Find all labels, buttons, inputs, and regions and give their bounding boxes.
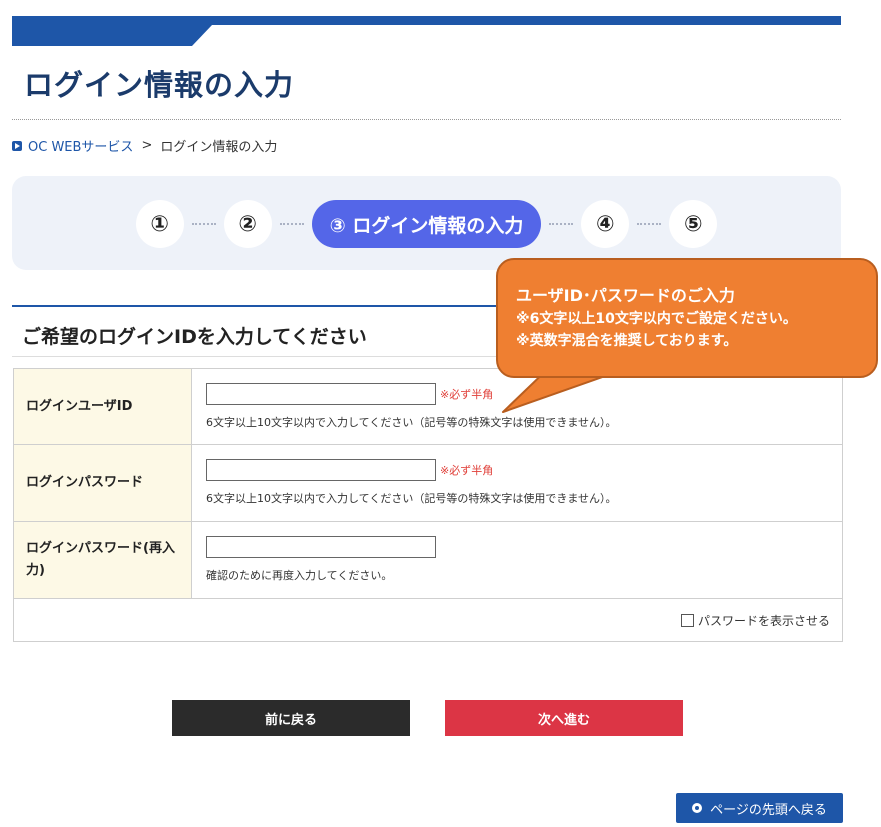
callout-line-2: ※英数字混合を推奨しております。 <box>516 333 738 349</box>
step-2: ② <box>223 200 272 248</box>
password-hint: 6文字以上10文字以内で入力してください（記号等の特殊文字は使用できません）。 <box>206 492 617 505</box>
password-input[interactable] <box>206 459 436 481</box>
password-confirm-label: ログインパスワード(再入力) <box>13 521 192 599</box>
show-password-label[interactable]: パスワードを表示させる <box>698 614 830 628</box>
step-connector <box>549 223 574 225</box>
step-connector <box>637 223 662 225</box>
breadcrumb-separator: > <box>141 138 153 153</box>
breadcrumb-home-link[interactable]: OC WEBサービス <box>28 136 133 155</box>
next-button[interactable]: 次へ進む <box>445 700 683 736</box>
page-top-button[interactable]: ページの先頭へ戻る <box>676 793 843 823</box>
password-confirm-input[interactable] <box>206 536 436 558</box>
back-button[interactable]: 前に戻る <box>172 700 410 736</box>
password-required-note: ※必ず半角 <box>440 464 494 477</box>
user-id-required-note: ※必ず半角 <box>440 388 494 401</box>
user-id-label: ログインユーザID <box>13 368 192 445</box>
step-3-active: ③ ログイン情報の入力 <box>311 200 542 248</box>
login-form-table: ログインユーザID ※必ず半角 6文字以上10文字以内で入力してください（記号等… <box>13 368 843 642</box>
title-divider <box>12 119 841 120</box>
header-banner <box>12 16 841 46</box>
callout-line-1: ※6文字以上10文字以内でご設定ください。 <box>516 311 797 327</box>
callout-title: ユーザID･パスワードのご入力 <box>516 286 735 305</box>
user-id-row: ログインユーザID ※必ず半角 6文字以上10文字以内で入力してください（記号等… <box>13 368 843 445</box>
arrow-square-icon <box>12 140 22 151</box>
password-confirm-cell: 確認のために再度入力してください。 <box>191 521 843 599</box>
step-connector <box>279 223 304 225</box>
step-1: ① <box>135 200 184 248</box>
step-4: ④ <box>581 200 630 248</box>
breadcrumb-current: ログイン情報の入力 <box>160 140 278 155</box>
password-confirm-row: ログインパスワード(再入力) 確認のために再度入力してください。 <box>13 521 843 599</box>
step-connector <box>191 223 216 225</box>
page-title: ログイン情報の入力 <box>24 68 295 102</box>
show-password-checkbox[interactable] <box>680 613 694 627</box>
password-cell: ※必ず半角 6文字以上10文字以内で入力してください（記号等の特殊文字は使用でき… <box>191 444 843 522</box>
show-password-row: パスワードを表示させる <box>13 598 843 642</box>
breadcrumb: OC WEBサービス > ログイン情報の入力 <box>12 136 277 155</box>
show-password-cell: パスワードを表示させる <box>13 598 843 642</box>
section-heading: ご希望のログインIDを入力してください <box>22 326 367 348</box>
circle-dot-icon <box>692 803 703 813</box>
step-indicator: ① ② ③ ログイン情報の入力 ④ ⑤ <box>12 176 841 270</box>
password-label: ログインパスワード <box>13 444 192 522</box>
input-guide-callout: ユーザID･パスワードのご入力 ※6文字以上10文字以内でご設定ください。 ※英… <box>496 258 878 378</box>
password-confirm-hint: 確認のために再度入力してください。 <box>206 569 393 582</box>
user-id-input[interactable] <box>206 383 436 405</box>
step-5: ⑤ <box>669 200 718 248</box>
page-top-label: ページの先頭へ戻る <box>710 802 827 818</box>
password-row: ログインパスワード ※必ず半角 6文字以上10文字以内で入力してください（記号等… <box>13 444 843 522</box>
